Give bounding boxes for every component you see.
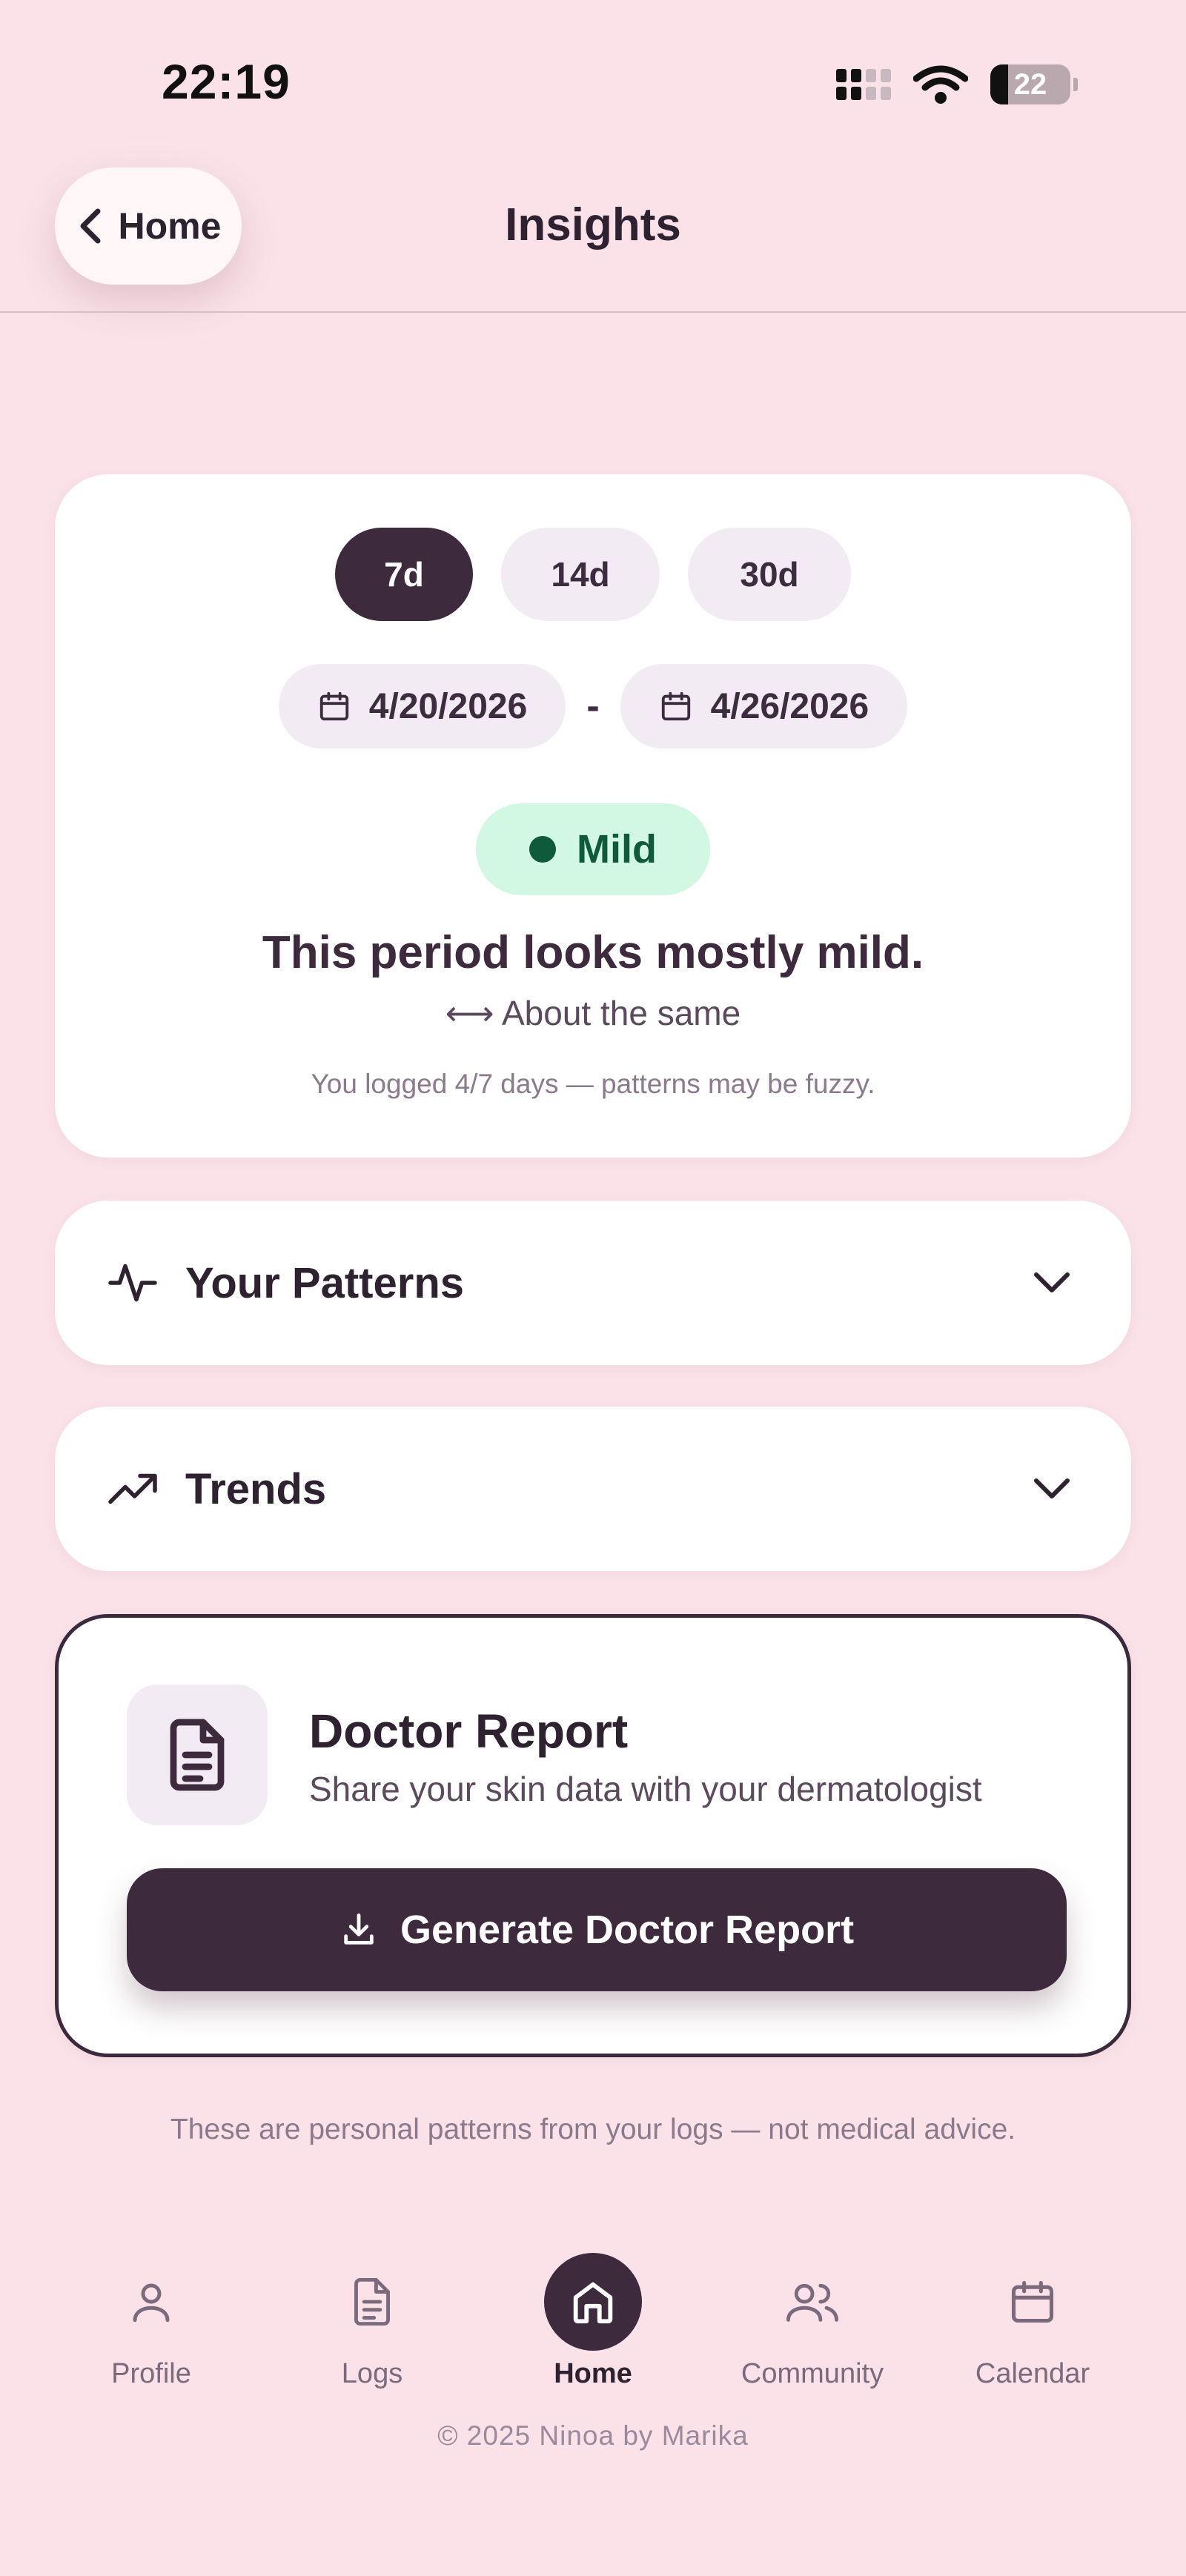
report-subtitle: Share your skin data with your dermatolo… [309,1770,982,1808]
trend-text: ⟷ About the same [445,994,741,1032]
calendar-icon [319,691,348,721]
end-date-picker[interactable]: 4/26/2026 [620,664,908,748]
chevron-down-icon [1034,1272,1070,1292]
report-icon-box [127,1684,268,1825]
battery-cap [1073,78,1078,91]
severity-badge: Mild [476,803,710,895]
nav-label: Profile [111,2358,191,2389]
date-separator: - [586,685,600,728]
home-icon [573,2282,613,2324]
nav-community[interactable]: Community [701,2253,924,2401]
nav-label: Community [741,2358,884,2389]
signal-icon [836,69,891,100]
users-icon [786,2283,839,2322]
tab-7d[interactable]: 7d [335,528,473,621]
start-date: 4/20/2026 [368,686,528,726]
severity-label: Mild [577,827,657,872]
doctor-report-card: Doctor Report Share your skin data with … [55,1614,1131,2057]
start-date-picker[interactable]: 4/20/2026 [278,664,566,748]
document-icon [354,2277,390,2326]
disclaimer: These are personal patterns from your lo… [170,2114,1016,2145]
calendar-icon [661,691,690,721]
patterns-title: Your Patterns [185,1258,465,1307]
download-icon [344,1913,374,1945]
trending-up-icon [108,1473,157,1504]
date-range: 4/20/2026 - 4/26/2026 [0,664,1186,748]
activity-icon [108,1264,157,1302]
summary-headline: This period looks mostly mild. [262,927,924,978]
nav-label: Calendar [975,2358,1090,2389]
range-tabs: 7d 14d 30d [0,528,1186,621]
generate-report-label: Generate Doctor Report [400,1908,855,1952]
patterns-accordion[interactable]: Your Patterns [55,1201,1131,1365]
nav-label: Home [554,2358,632,2389]
report-title: Doctor Report [309,1704,629,1758]
nav-profile[interactable]: Profile [40,2253,262,2401]
log-note: You logged 4/7 days — patterns may be fu… [311,1069,875,1099]
status-time: 22:19 [162,54,291,109]
page-title: Insights [505,199,681,250]
battery-level: 22 [1013,67,1047,101]
chevron-down-icon [1034,1478,1070,1498]
trends-title: Trends [185,1464,327,1513]
tab-14d[interactable]: 14d [501,528,660,621]
calendar-icon [1011,2280,1054,2323]
end-date: 4/26/2026 [710,686,869,726]
user-icon [133,2283,170,2323]
header-divider [0,311,1186,313]
generate-report-button[interactable]: Generate Doctor Report [127,1868,1067,1991]
nav-calendar[interactable]: Calendar [921,2253,1144,2401]
battery-icon: 22 [990,64,1070,104]
nav-logs[interactable]: Logs [261,2253,483,2401]
nav-label: Logs [341,2358,403,2389]
document-icon [170,1719,225,1791]
copyright: © 2025 Ninoa by Marika [437,2420,749,2451]
nav-home[interactable]: Home [482,2253,704,2401]
trends-accordion[interactable]: Trends [55,1407,1131,1571]
bottom-nav: Profile Logs Home Community Calendar [0,2253,1186,2401]
tab-30d[interactable]: 30d [688,528,851,621]
severity-dot-icon [529,836,556,863]
wifi-icon [913,65,968,104]
status-bar: 22:19 22 [0,0,1186,148]
status-icons: 22 [836,64,1078,105]
